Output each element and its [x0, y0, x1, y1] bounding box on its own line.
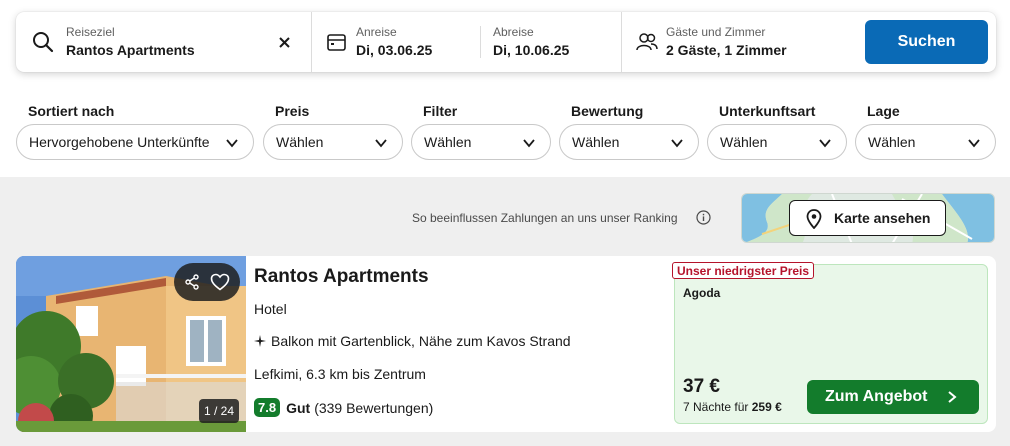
listing-location: Lefkimi, 6.3 km bis Zentrum	[254, 366, 426, 382]
price-select[interactable]: Wählen	[263, 124, 403, 160]
listing-feature: Balkon mit Gartenblick, Nähe zum Kavos S…	[254, 333, 571, 349]
location-label: Lage	[867, 103, 900, 119]
listing-photo[interactable]: 1 / 24	[16, 256, 246, 432]
listing-type: Hotel	[254, 301, 287, 317]
guests-label: Gäste und Zimmer	[666, 25, 766, 39]
checkout-value: Di, 10.06.25	[493, 42, 570, 58]
sort-by-value: Hervorgehobene Unterkünfte	[29, 134, 210, 150]
price-total-line: 7 Nächte für 259 €	[683, 400, 782, 414]
rating-score-badge: 7.8	[254, 398, 281, 417]
property-type-label: Unterkunftsart	[719, 103, 816, 119]
guests-icon	[636, 33, 658, 51]
price-label: Preis	[275, 103, 310, 119]
price-per-night: 37 €	[683, 376, 720, 397]
search-icon	[33, 32, 54, 53]
chevron-down-icon	[671, 139, 683, 148]
guests-field[interactable]: Gäste und Zimmer 2 Gäste, 1 Zimmer	[622, 12, 852, 72]
photo-actions	[174, 263, 240, 301]
price-total: 259 €	[751, 400, 782, 414]
view-map-button[interactable]: Karte ansehen	[789, 200, 946, 236]
review-count: (339 Bewertungen)	[314, 399, 434, 416]
sort-by-select[interactable]: Hervorgehobene Unterkünfte	[16, 124, 254, 160]
chevron-right-icon	[948, 391, 957, 403]
info-icon[interactable]	[696, 210, 711, 225]
listing-card[interactable]: 1 / 24 Rantos Apartments Hotel Balkon mi…	[16, 256, 996, 432]
rating-select[interactable]: Wählen	[559, 124, 699, 160]
price-value: Wählen	[276, 134, 324, 150]
search-button[interactable]: Suchen	[865, 20, 988, 64]
provider-name: Agoda	[683, 286, 721, 300]
ranking-note-link[interactable]: So beeinflussen Zahlungen an uns unser R…	[412, 211, 678, 225]
rating-label: Bewertung	[571, 103, 644, 119]
destination-label: Reiseziel	[66, 25, 115, 39]
clear-icon[interactable]	[279, 37, 290, 48]
view-offer-button[interactable]: Zum Angebot	[807, 380, 979, 414]
listing-rating[interactable]: 7.8 Gut (339 Bewertungen)	[254, 398, 433, 417]
checkout-label: Abreise	[493, 25, 534, 39]
date-divider	[480, 26, 481, 58]
feature-text: Balkon mit Gartenblick, Nähe zum Kavos S…	[271, 333, 571, 349]
destination-value: Rantos Apartments	[66, 42, 195, 58]
filter-value: Wählen	[424, 134, 472, 150]
search-bar: Reiseziel Rantos Apartments Anreise Di, …	[16, 12, 996, 72]
sparkle-icon	[254, 335, 266, 347]
chevron-down-icon	[375, 139, 387, 148]
rating-word: Gut	[286, 399, 311, 416]
filter-select[interactable]: Wählen	[411, 124, 551, 160]
property-type-select[interactable]: Wählen	[707, 124, 847, 160]
calendar-icon	[327, 34, 346, 51]
lowest-price-badge: Unser niedrigster Preis	[672, 262, 815, 279]
chevron-down-icon	[226, 139, 238, 148]
location-select[interactable]: Wählen	[855, 124, 996, 160]
chevron-down-icon	[819, 139, 831, 148]
price-total-prefix: 7 Nächte für	[683, 400, 749, 414]
sort-by-label: Sortiert nach	[28, 103, 115, 119]
chevron-down-icon	[523, 139, 535, 148]
listing-title[interactable]: Rantos Apartments	[254, 266, 429, 288]
filter-label: Filter	[423, 103, 458, 119]
checkin-label: Anreise	[356, 25, 397, 39]
chevron-down-icon	[968, 139, 980, 148]
share-icon[interactable]	[184, 274, 200, 290]
property-type-value: Wählen	[720, 134, 768, 150]
checkin-value: Di, 03.06.25	[356, 42, 433, 58]
location-value: Wählen	[868, 134, 916, 150]
view-map-label: Karte ansehen	[834, 210, 931, 226]
view-offer-label: Zum Angebot	[825, 388, 928, 405]
photo-counter: 1 / 24	[199, 399, 239, 423]
heart-icon[interactable]	[210, 273, 230, 291]
map-pin-icon	[806, 209, 822, 229]
guests-value: 2 Gäste, 1 Zimmer	[666, 42, 787, 58]
destination-field[interactable]: Reiseziel Rantos Apartments	[16, 12, 311, 72]
dates-field[interactable]: Anreise Di, 03.06.25 Abreise Di, 10.06.2…	[312, 12, 622, 72]
rating-value: Wählen	[572, 134, 620, 150]
